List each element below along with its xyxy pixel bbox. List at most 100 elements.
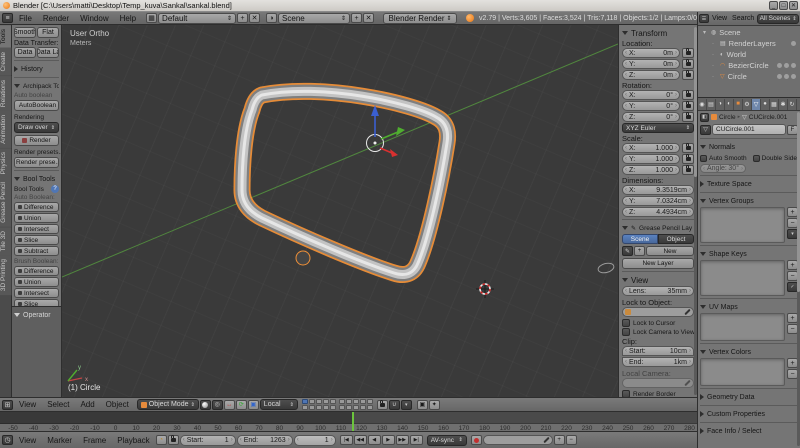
vertex-groups-list[interactable]: [700, 207, 785, 243]
number-field[interactable]: ‹Z:0m›: [622, 70, 680, 80]
lock-to-scene-icon[interactable]: [377, 400, 388, 410]
layer-toggle[interactable]: [339, 399, 345, 404]
menu-view[interactable]: View: [14, 436, 41, 445]
layer-toggle[interactable]: [309, 399, 315, 404]
next-keyframe-button[interactable]: ▶▶: [396, 435, 409, 445]
local-camera-field[interactable]: [622, 378, 694, 388]
clip-end-field[interactable]: ‹End: 1km›: [622, 357, 694, 367]
frame-end-field[interactable]: ‹End: 1263›: [237, 435, 293, 446]
properties-tab-modifiers-icon[interactable]: ⚙: [743, 99, 752, 110]
render-restrict-icon[interactable]: [791, 74, 796, 79]
menu-view[interactable]: View: [710, 15, 729, 22]
tool-shelf-tab-relations[interactable]: Relations: [0, 76, 12, 111]
maximize-button[interactable]: □: [779, 1, 788, 10]
properties-tab-texture-icon[interactable]: ▦: [770, 99, 779, 110]
mode-dropdown[interactable]: Object Mode⇕: [137, 399, 199, 410]
properties-tab-physics-icon[interactable]: ↻: [788, 99, 797, 110]
preview-range-icon[interactable]: ◔: [156, 435, 167, 445]
union-button[interactable]: Union: [14, 277, 59, 287]
scene-icon[interactable]: ◑: [266, 13, 277, 23]
current-frame-field[interactable]: ‹1›: [294, 435, 336, 446]
double-sided-checkbox[interactable]: [753, 155, 760, 162]
delete-keyframe-button[interactable]: −: [566, 435, 577, 445]
render-engine-selector[interactable]: Blender Render⇕: [383, 13, 457, 24]
menu-view[interactable]: View: [14, 400, 41, 409]
layer-toggle[interactable]: [330, 405, 336, 410]
jump-to-end-button[interactable]: ▶|: [410, 435, 423, 445]
tool-shelf-tab-create[interactable]: Create: [0, 48, 12, 76]
breadcrumb-data[interactable]: CUCircle.001: [749, 114, 788, 121]
render-border-checkbox[interactable]: [622, 390, 630, 397]
shape-keys-list[interactable]: [700, 260, 785, 296]
eye-restrict-icon[interactable]: [777, 74, 782, 79]
number-field[interactable]: ‹Y:1.000›: [622, 154, 680, 164]
slice-button[interactable]: Slice: [14, 299, 59, 306]
close-button[interactable]: ✕: [789, 1, 798, 10]
auto-smooth-checkbox[interactable]: [700, 155, 707, 162]
menu-help[interactable]: Help: [115, 14, 141, 23]
data-transfer-layout-button[interactable]: Data La: [37, 47, 59, 58]
properties-tab-scene-icon[interactable]: ◑: [716, 99, 725, 110]
lock-icon[interactable]: [682, 165, 694, 175]
vertex-colors-panel-header[interactable]: Vertex Colors: [700, 346, 798, 358]
layer-toggle[interactable]: [346, 405, 352, 410]
add-scene-button[interactable]: +: [351, 13, 362, 23]
properties-tab-particles-icon[interactable]: ✱: [779, 99, 788, 110]
clip-start-field[interactable]: ‹Start: 10cm›: [622, 346, 694, 356]
eyedropper-icon[interactable]: [684, 309, 690, 315]
eye-restrict-icon[interactable]: [791, 41, 796, 46]
view-panel-header[interactable]: View: [622, 274, 694, 286]
transform-orientation-dropdown[interactable]: Local⇕: [260, 399, 298, 410]
screen-layout-selector[interactable]: Default⇕: [158, 13, 236, 24]
vertex-colors-list[interactable]: [700, 358, 785, 386]
draw-over-dropdown[interactable]: Draw over⇕: [14, 122, 59, 133]
transform-panel-header[interactable]: Transform: [622, 27, 694, 39]
archipack-panel-header[interactable]: Archipack Tools: [14, 80, 59, 92]
auto-smooth-angle-field[interactable]: ‹Angle: 30°›: [700, 164, 746, 173]
gp-datablock-icon[interactable]: ✎: [622, 246, 633, 256]
uv-maps-panel-header[interactable]: UV Maps: [700, 301, 798, 313]
layer-toggle[interactable]: [346, 399, 352, 404]
properties-tab-data-icon[interactable]: ▽: [752, 99, 761, 110]
screen-layout-icon[interactable]: ▦: [146, 13, 157, 23]
number-field[interactable]: ‹Y:7.0324cm›: [622, 196, 694, 206]
lock-icon[interactable]: [682, 101, 694, 111]
insert-keyframe-button[interactable]: +: [554, 435, 565, 445]
lock-camera-checkbox[interactable]: [622, 328, 630, 336]
gp-new-layer-button[interactable]: New Layer: [622, 258, 694, 269]
subtract-button[interactable]: Subtract: [14, 246, 59, 256]
previous-keyframe-button[interactable]: ◀◀: [354, 435, 367, 445]
jump-to-start-button[interactable]: |◀: [340, 435, 353, 445]
lock-icon[interactable]: [682, 154, 694, 164]
gp-scene-tab[interactable]: Scene: [622, 234, 658, 244]
lock-icon[interactable]: [682, 70, 694, 80]
shade-flat-button[interactable]: Flat: [37, 27, 59, 38]
eyedropper-icon[interactable]: [684, 380, 690, 386]
viewport-3d[interactable]: x y User Ortho Meters (1) Circle: [62, 25, 618, 397]
number-field[interactable]: ‹Y:0m›: [622, 59, 680, 69]
geometry-data-panel-header[interactable]: Geometry Data: [700, 391, 798, 403]
frame-start-field[interactable]: ‹Start: 1›: [180, 435, 236, 446]
opengl-render-button[interactable]: ▣: [417, 400, 428, 410]
lens-field[interactable]: ‹Lens: 35mm›: [622, 286, 694, 296]
render-presets-button[interactable]: Render prese..: [14, 157, 59, 168]
opengl-render-anim-button[interactable]: ✦: [429, 400, 440, 410]
tool-shelf-tab-tools[interactable]: Tools: [0, 25, 11, 48]
lock-icon[interactable]: [682, 112, 694, 122]
vertex-groups-panel-header[interactable]: Vertex Groups: [700, 195, 798, 207]
outliner-item-circle[interactable]: ·▽Circle: [700, 71, 798, 82]
lock-to-cursor-checkbox[interactable]: [622, 319, 630, 327]
slice-button[interactable]: Slice: [14, 235, 59, 245]
normals-panel-header[interactable]: Normals: [700, 141, 798, 153]
manipulator-translate-icon[interactable]: ↔: [224, 400, 235, 410]
record-button[interactable]: [471, 435, 482, 445]
properties-tab-render-layers-icon[interactable]: ▤: [707, 99, 716, 110]
viewport-shading-dropdown[interactable]: [200, 400, 211, 410]
editor-type-icon[interactable]: ⊞: [2, 400, 13, 410]
gp-unlink-icon[interactable]: +: [634, 246, 645, 256]
rotation-mode-dropdown[interactable]: XYZ Euler⇕: [622, 123, 694, 133]
mesh-datablock-icon[interactable]: ▽: [700, 125, 711, 135]
help-icon[interactable]: ?: [51, 185, 59, 193]
delete-scene-button[interactable]: ✕: [363, 13, 374, 23]
snap-element-dropdown[interactable]: ▾: [401, 400, 412, 410]
